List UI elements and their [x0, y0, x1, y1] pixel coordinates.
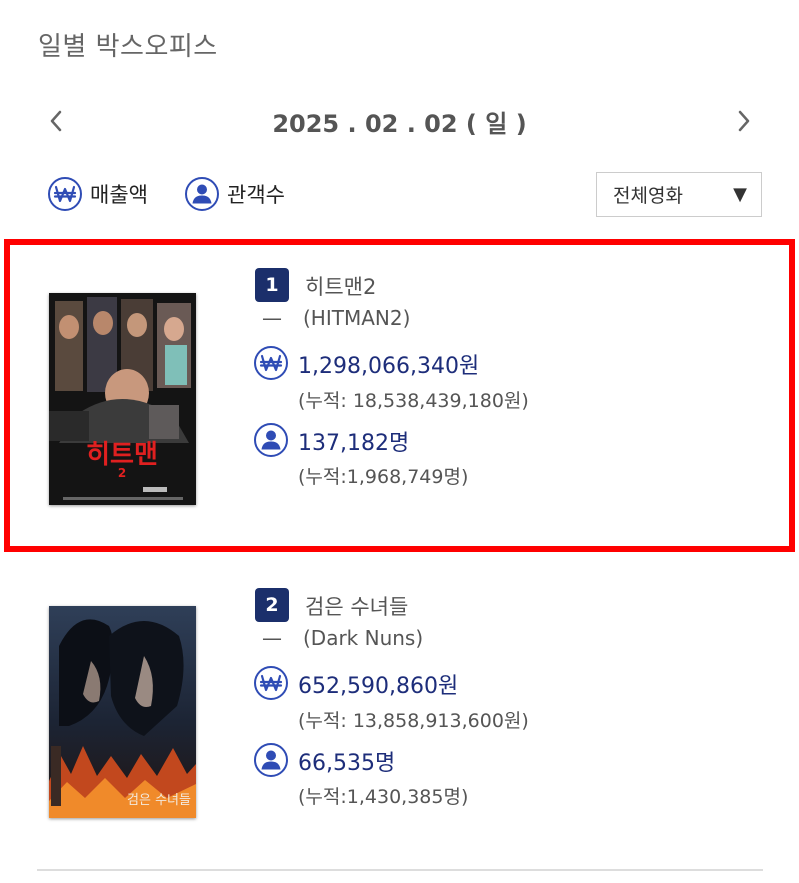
poster-number: 2 — [118, 466, 126, 480]
rank-badge: 2 — [255, 588, 289, 622]
cumulative-audience: (누적:1,430,385명) — [298, 786, 469, 808]
person-icon — [185, 177, 219, 211]
original-title: (HITMAN2) — [303, 306, 411, 330]
rank-change: — — [262, 626, 282, 650]
movie-poster[interactable]: 검은 수녀들 — [49, 606, 196, 818]
cumulative-sales: (누적: 18,538,439,180원) — [298, 390, 529, 412]
original-title: (Dark Nuns) — [303, 626, 424, 650]
daily-sales: 652,590,860원 — [298, 674, 459, 699]
rank-change: — — [262, 306, 282, 330]
cumulative-sales: (누적: 13,858,913,600원) — [298, 710, 529, 732]
movie-title[interactable]: 히트맨2 — [305, 271, 376, 301]
won-icon — [254, 666, 288, 700]
person-icon — [254, 743, 288, 777]
cumulative-audience: (누적:1,968,749명) — [298, 466, 469, 488]
next-date-button[interactable] — [730, 108, 756, 134]
rank-badge: 1 — [255, 268, 289, 302]
filter-selected-value: 전체영화 — [613, 185, 683, 207]
person-icon — [254, 423, 288, 457]
daily-sales: 1,298,066,340원 — [298, 354, 480, 379]
sales-toggle-label: 매출액 — [90, 183, 148, 207]
audience-toggle-label: 관객수 — [227, 183, 285, 207]
movie-poster[interactable]: 히트맨 2 — [49, 293, 196, 505]
current-date: 2025 . 02 . 02 ( 일 ) — [272, 110, 527, 138]
chevron-right-icon — [738, 110, 750, 132]
daily-audience: 137,182명 — [298, 431, 410, 456]
list-divider — [37, 869, 763, 871]
won-icon — [48, 177, 82, 211]
daily-audience: 66,535명 — [298, 751, 396, 776]
date-navigator: 2025 . 02 . 02 ( 일 ) — [0, 96, 799, 146]
movie-title[interactable]: 검은 수녀들 — [305, 591, 408, 621]
sales-toggle[interactable]: 매출액 — [48, 174, 148, 214]
page-title: 일별 박스오피스 — [38, 32, 218, 62]
audience-toggle[interactable]: 관객수 — [185, 174, 285, 214]
movie-filter-select[interactable]: 전체영화 ▼ — [596, 172, 762, 217]
dropdown-caret-icon: ▼ — [733, 184, 747, 205]
won-icon — [254, 346, 288, 380]
poster-title: 검은 수녀들 — [127, 793, 191, 808]
